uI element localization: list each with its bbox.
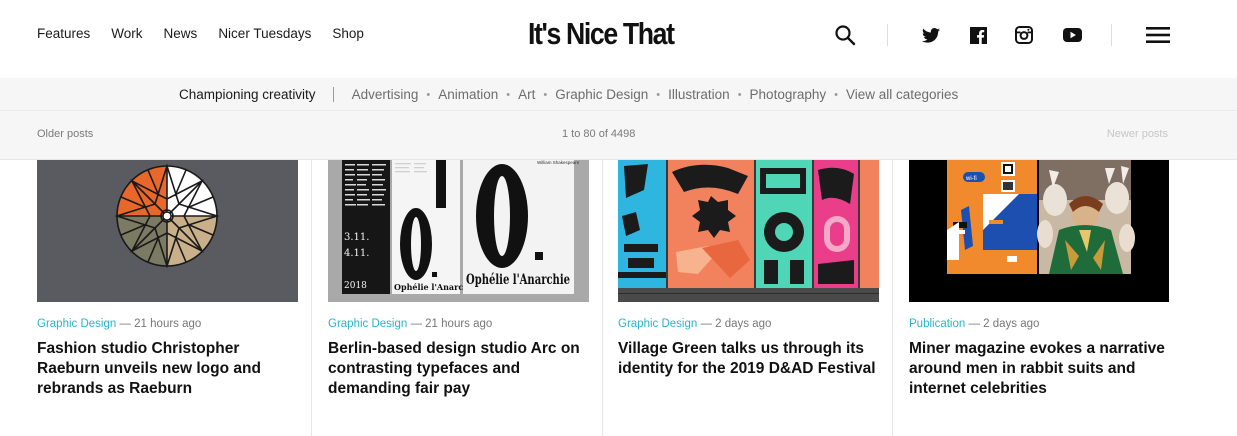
article-thumbnail[interactable]: wi-fi [909,160,1169,302]
article-category[interactable]: Graphic Design [37,318,116,330]
tagline: Championing creativity [179,87,316,102]
article-category[interactable]: Graphic Design [618,318,697,330]
article-card[interactable]: Graphic Design — 21 hours ago Fashion st… [37,160,327,436]
category-separator: • [737,88,742,101]
category-separator: • [543,88,548,101]
category-view-all[interactable]: View all categories [846,87,958,102]
poster-date: 4.11. [344,248,369,259]
category-animation[interactable]: Animation [438,87,498,102]
category-separator: • [656,88,661,101]
raeburn-logo-image [114,163,220,269]
poster-year: 2018 [344,281,367,291]
poster-date: 3.11. [344,232,369,243]
search-icon[interactable] [833,23,857,47]
article-time: — 21 hours ago [410,318,493,330]
article-title[interactable]: Berlin-based design studio Arc on contra… [328,339,590,399]
category-art[interactable]: Art [518,87,535,102]
article-title[interactable]: Fashion studio Christopher Raeburn unvei… [37,339,299,399]
poster-author: William Shakespeare [537,160,580,165]
article-title[interactable]: Village Green talks us through its ident… [618,339,880,379]
older-posts-link[interactable]: Older posts [37,128,93,140]
category-photography[interactable]: Photography [750,87,827,102]
article-card[interactable]: Graphic Design — 2 days ago Village Gree… [602,160,892,436]
header-divider [887,24,888,46]
youtube-icon[interactable] [1060,24,1084,46]
article-thumbnail[interactable]: 3.11. 4.11. 2018 Ophélie l'Anarchie Will… [328,160,589,302]
pagination-bar: Older posts 1 to 80 of 4498 Newer posts [0,111,1237,160]
nav-item-features[interactable]: Features [37,26,90,41]
article-meta: Graphic Design — 21 hours ago [37,318,201,330]
village-green-festival-image [618,160,879,302]
category-separator: • [426,88,431,101]
article-category[interactable]: Publication [909,318,965,330]
post-count: 1 to 80 of 4498 [562,128,636,140]
miner-magazine-image: wi-fi [909,160,1169,302]
category-graphic-design[interactable]: Graphic Design [555,87,648,102]
article-time: — 2 days ago [968,318,1040,330]
header-divider [1111,24,1112,46]
main-nav: Features Work News Nicer Tuesdays Shop [37,26,364,41]
nav-item-work[interactable]: Work [111,26,142,41]
category-divider [332,87,334,102]
article-thumbnail[interactable] [37,160,298,302]
category-bar: Championing creativity Advertising • Ani… [0,78,1237,111]
ophelie-poster-image: 3.11. 4.11. 2018 Ophélie l'Anarchie Will… [328,160,589,302]
article-thumbnail[interactable] [618,160,879,302]
site-logo[interactable]: It's Nice That [528,16,675,52]
category-separator: • [506,88,511,101]
article-title[interactable]: Miner magazine evokes a narrative around… [909,339,1171,399]
article-card[interactable]: wi-fi Publication — 2 days ago Miner mag… [892,160,1182,436]
twitter-icon[interactable] [920,24,942,46]
nav-item-shop[interactable]: Shop [332,26,364,41]
category-separator: • [834,88,838,101]
nav-item-nicer-tuesdays[interactable]: Nicer Tuesdays [218,26,311,41]
article-time: — 2 days ago [700,318,772,330]
poster-title-right: Ophélie l'Anarchie [466,272,570,288]
category-list: Championing creativity Advertising • Ani… [179,87,958,102]
site-header: Features Work News Nicer Tuesdays Shop I… [0,0,1237,78]
newer-posts-link: Newer posts [1106,128,1168,140]
article-card[interactable]: 3.11. 4.11. 2018 Ophélie l'Anarchie Will… [311,160,601,436]
article-time: — 21 hours ago [119,318,202,330]
article-category[interactable]: Graphic Design [328,318,407,330]
magazine-badge: wi-fi [965,176,977,182]
nav-item-news[interactable]: News [164,26,198,41]
facebook-icon[interactable] [967,24,989,46]
article-meta: Graphic Design — 2 days ago [618,318,771,330]
menu-icon[interactable] [1145,24,1171,46]
article-meta: Graphic Design — 21 hours ago [328,318,492,330]
article-meta: Publication — 2 days ago [909,318,1039,330]
category-advertising[interactable]: Advertising [352,87,419,102]
category-illustration[interactable]: Illustration [668,87,730,102]
instagram-icon[interactable] [1013,24,1035,46]
